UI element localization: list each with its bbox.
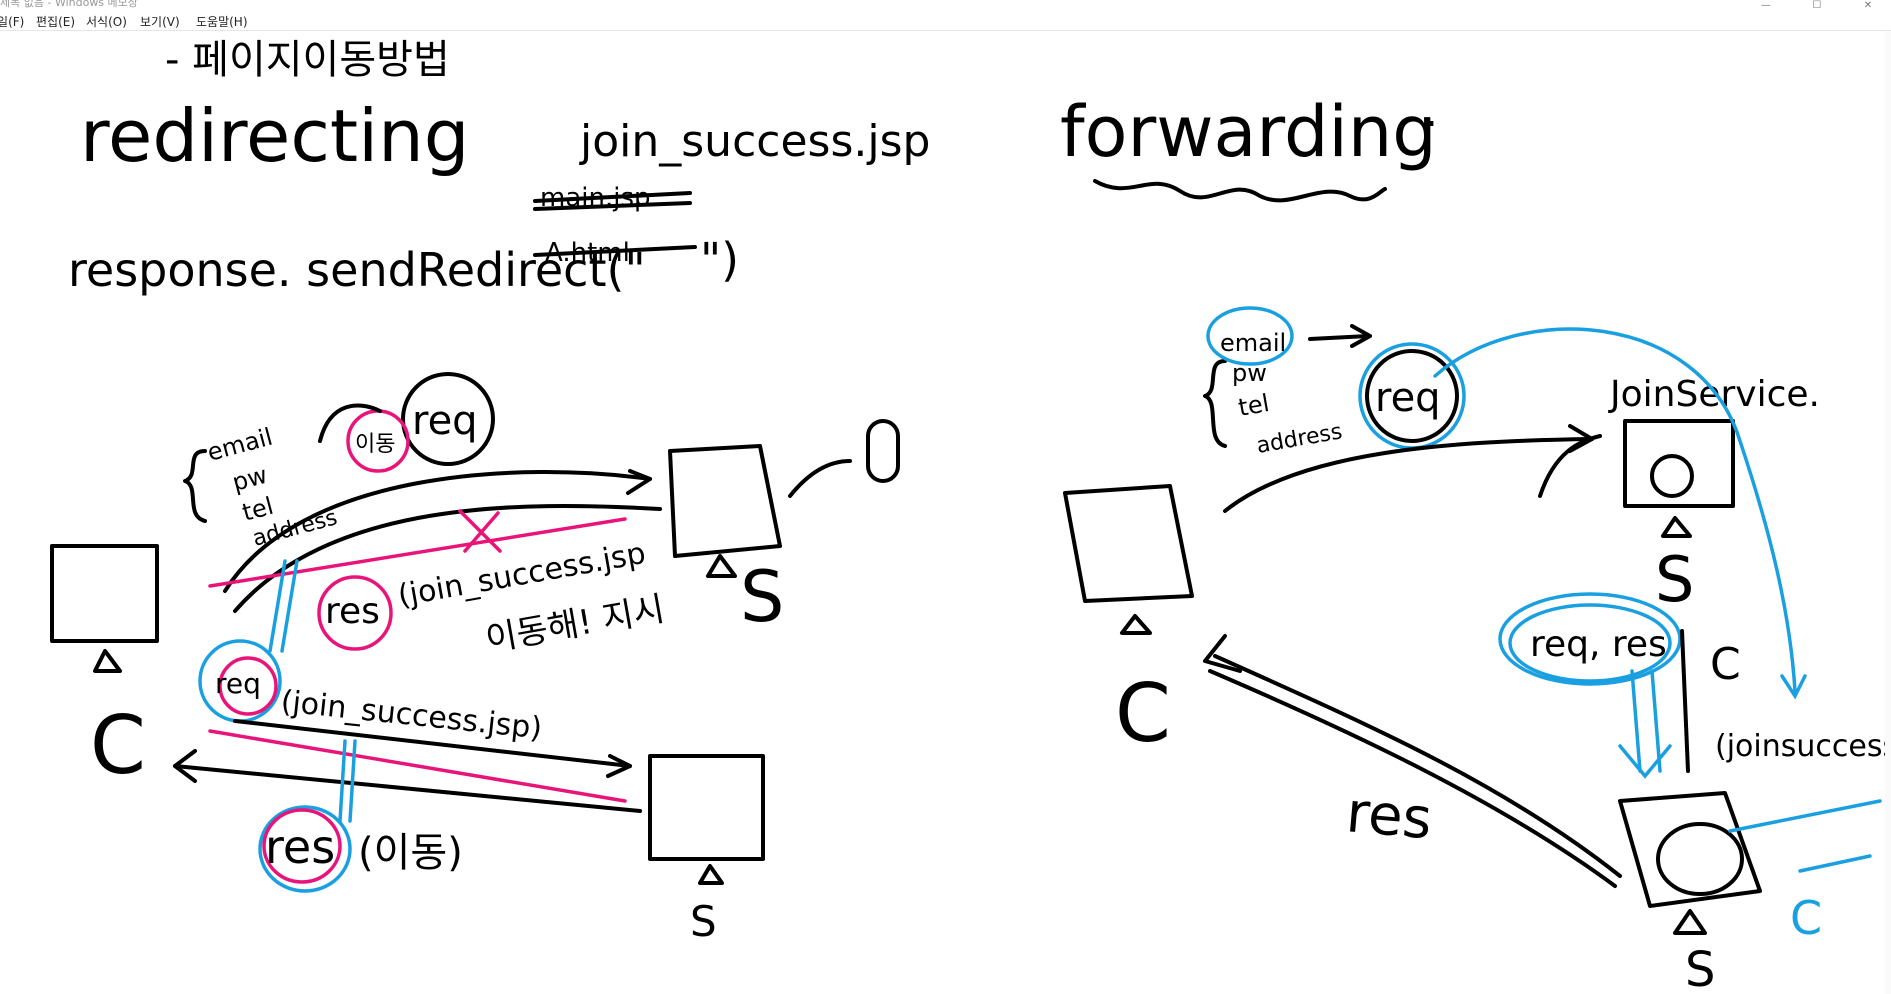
left-client-box bbox=[50, 544, 159, 643]
handwritten-drawing: - 페이지이동방법 redirecting join_success.jsp r… bbox=[50, 37, 1891, 994]
down-black-line bbox=[1680, 629, 1690, 773]
right-client-box bbox=[1063, 484, 1194, 603]
down-blue-arrow-2 bbox=[1650, 669, 1662, 773]
right-server-label-1: S bbox=[1655, 543, 1694, 616]
right-param-pw: pw bbox=[1232, 359, 1267, 387]
forwarding-title: forwarding bbox=[1060, 91, 1437, 173]
db-arrow bbox=[788, 459, 852, 498]
right-param-email: email bbox=[1220, 329, 1286, 357]
left-move-note: 이동 bbox=[355, 432, 395, 457]
left-server-box-1 bbox=[668, 444, 782, 558]
left-res2-label: res bbox=[265, 820, 335, 874]
left-req2-label: req bbox=[215, 667, 261, 700]
right-req-label: req bbox=[1375, 375, 1441, 421]
right-service-label: JoinService. bbox=[1608, 374, 1820, 415]
right-server-label-2: S bbox=[1685, 942, 1715, 994]
jsp-blue-underline-1 bbox=[1728, 799, 1882, 833]
right-client-stand bbox=[1120, 614, 1152, 635]
right-server-2-mark bbox=[1656, 822, 1744, 896]
close-button[interactable]: ✕ bbox=[1845, 0, 1891, 8]
minimize-button[interactable]: — bbox=[1743, 0, 1789, 8]
menu-bar: 파일(F) 편집(E) 서식(O) 보기(V) 도움말(H) bbox=[0, 10, 1891, 31]
left-server-stand-1 bbox=[706, 554, 737, 578]
right-param-tel: tel bbox=[1236, 389, 1271, 422]
menu-edit[interactable]: 편집(E) bbox=[36, 13, 75, 30]
right-circle-mark: C bbox=[1790, 891, 1822, 945]
menu-help[interactable]: 도움말(H) bbox=[196, 13, 248, 30]
left-req2-note: (join_success.jsp) bbox=[279, 684, 544, 746]
down-blue-arrow-1 bbox=[1630, 669, 1642, 773]
redirecting-title: redirecting bbox=[80, 94, 470, 178]
left-params-brace bbox=[183, 449, 207, 523]
left-server-box-2 bbox=[648, 754, 765, 861]
left-res2-arrow bbox=[173, 764, 642, 813]
window-title: 제목 없음 - Windows 메모장 bbox=[0, 0, 138, 8]
right-client-label: C bbox=[1115, 667, 1171, 760]
text-area[interactable]: - 페이지이동방법 redirecting join_success.jsp r… bbox=[0, 31, 1891, 994]
left-res2-note: (이동) bbox=[358, 830, 463, 876]
redirect-target-file: join_success.jsp bbox=[579, 116, 930, 167]
right-req-res-label: req, res bbox=[1530, 624, 1667, 665]
redirect-code-suffix: ") bbox=[700, 233, 739, 287]
left-server-stand-2 bbox=[698, 864, 724, 885]
right-server-stand-1 bbox=[1661, 516, 1692, 538]
forwarding-title-dot: . bbox=[1425, 90, 1438, 136]
right-res-label: res bbox=[1344, 780, 1435, 852]
left-client-label: C bbox=[90, 699, 146, 792]
left-server-label-1: S bbox=[740, 556, 784, 638]
right-c-mark: C bbox=[1710, 639, 1741, 690]
window-controls: — ☐ ✕ bbox=[1743, 0, 1891, 8]
maximize-button[interactable]: ☐ bbox=[1794, 0, 1840, 8]
jsp-blue-underline-2 bbox=[1798, 854, 1872, 873]
right-response-arrow-1 bbox=[1208, 669, 1617, 888]
right-params-brace bbox=[1203, 359, 1227, 448]
down-blue-arrowhead bbox=[1618, 744, 1672, 779]
left-res-label: res bbox=[325, 591, 380, 632]
left-instruction: 이동해! 지시 bbox=[483, 589, 668, 660]
menu-file[interactable]: 파일(F) bbox=[0, 13, 24, 30]
left-client-stand bbox=[93, 649, 122, 673]
right-request-arrow-tail bbox=[1538, 434, 1602, 498]
left-req-label: req bbox=[412, 398, 478, 444]
left-param-email: email bbox=[204, 423, 275, 467]
left-param-pw: pw bbox=[229, 461, 270, 497]
window-titlebar: 제목 없음 - Windows 메모장 — ☐ ✕ bbox=[0, 0, 1891, 8]
menu-format[interactable]: 서식(O) bbox=[86, 13, 127, 30]
right-server-1-mark bbox=[1650, 454, 1694, 498]
right-server-stand-2 bbox=[1673, 909, 1707, 935]
right-target-file: (joinsuccess .jsp) bbox=[1715, 729, 1891, 764]
heading-text: - 페이지이동방법 bbox=[165, 37, 450, 83]
left-request-arrowhead bbox=[626, 469, 652, 495]
email-to-req-arrow bbox=[1308, 334, 1370, 341]
db-cylinder bbox=[866, 419, 900, 483]
forwarding-underline bbox=[1093, 179, 1387, 203]
right-param-address: address bbox=[1255, 419, 1344, 459]
vertical-scrollbar[interactable] bbox=[1885, 31, 1891, 994]
left-server-label-2: S bbox=[690, 897, 717, 946]
menu-view[interactable]: 보기(V) bbox=[140, 13, 180, 30]
